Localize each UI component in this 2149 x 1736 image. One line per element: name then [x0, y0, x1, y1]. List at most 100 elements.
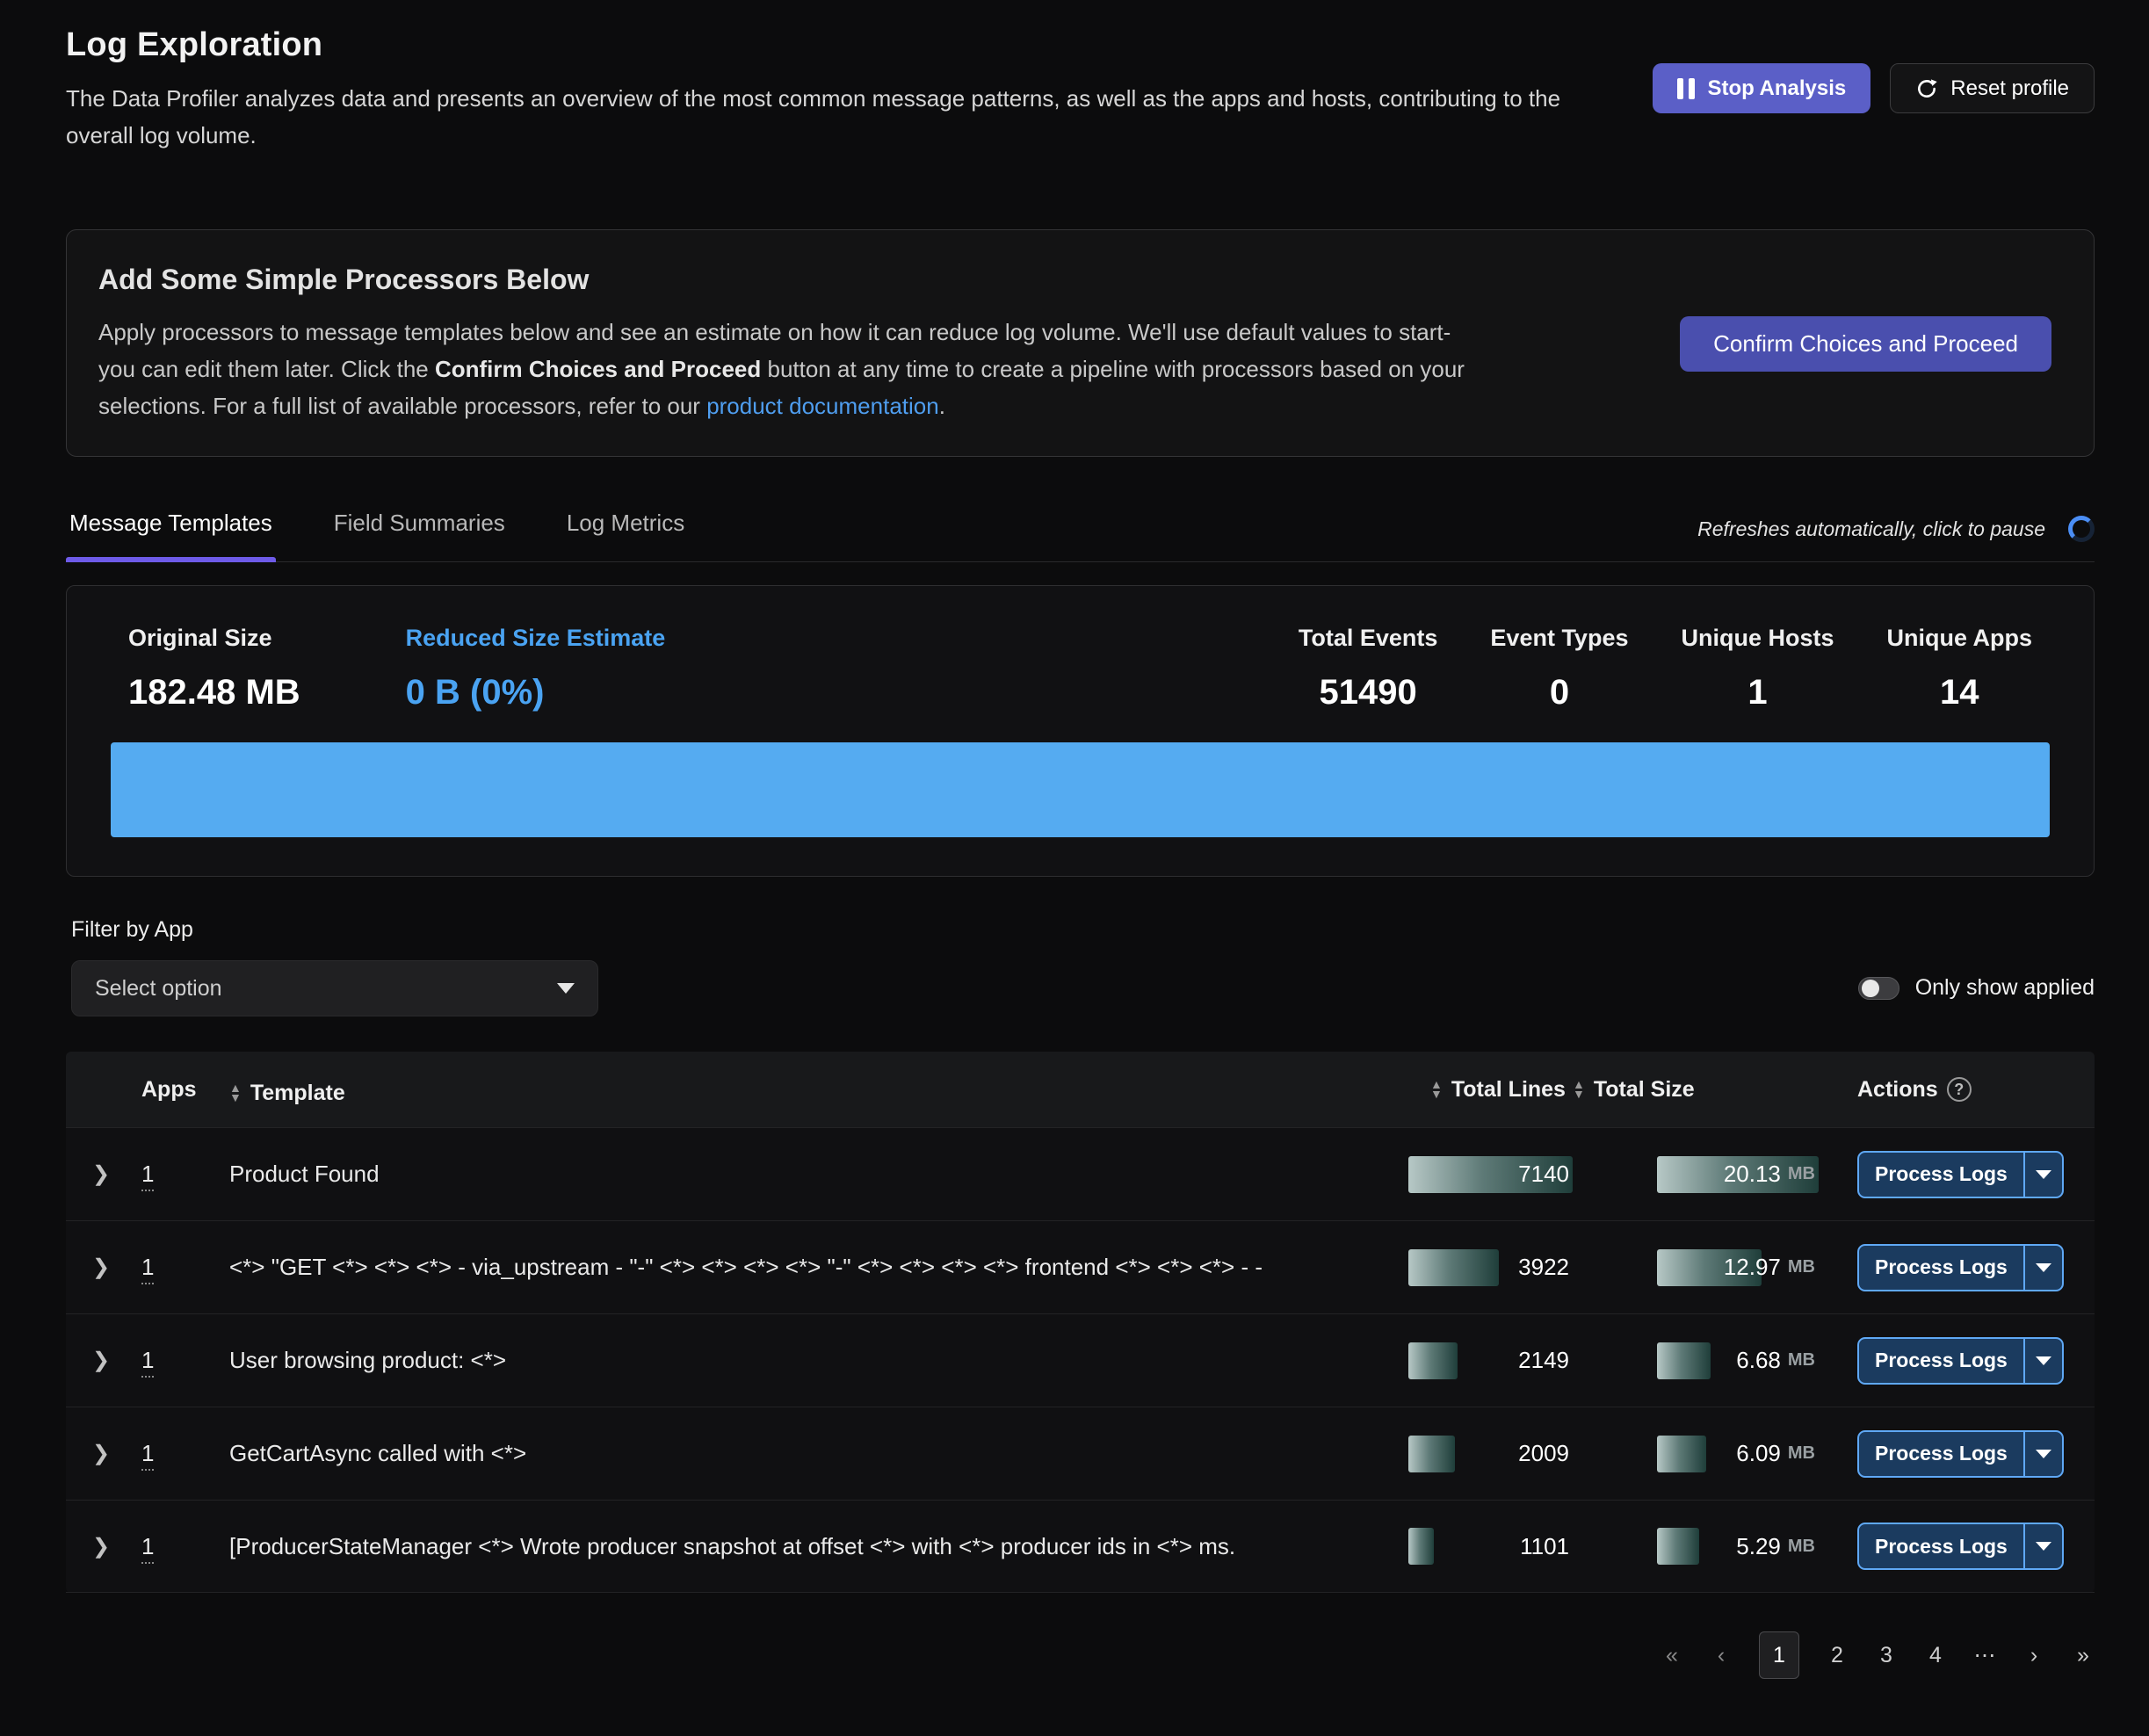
process-logs-button[interactable]: Process Logs — [1857, 1430, 2064, 1478]
sort-icon[interactable]: ▲▼ — [229, 1083, 242, 1103]
refresh-zone: Refreshes automatically, click to pause — [1697, 516, 2095, 561]
process-logs-button[interactable]: Process Logs — [1857, 1337, 2064, 1385]
chevron-right-icon[interactable]: ❯ — [92, 1349, 110, 1372]
apps-count-link[interactable]: 1 — [141, 1254, 154, 1284]
volume-bar-wrap — [111, 742, 2050, 837]
filter-by-app: Filter by App Select option — [71, 917, 598, 1016]
tab-log-metrics[interactable]: Log Metrics — [563, 510, 688, 561]
reset-profile-button[interactable]: Reset profile — [1890, 63, 2095, 113]
reset-profile-label: Reset profile — [1950, 76, 2069, 101]
pause-icon — [1677, 78, 1695, 99]
tab-field-summaries[interactable]: Field Summaries — [330, 510, 509, 561]
total-size-bar — [1657, 1342, 1711, 1379]
chevron-down-icon[interactable] — [2023, 1524, 2062, 1568]
process-logs-button[interactable]: Process Logs — [1857, 1244, 2064, 1291]
template-header-label: Template — [250, 1081, 345, 1106]
chevron-right-icon[interactable]: ❯ — [92, 1255, 110, 1279]
stat-value: 0 — [1490, 673, 1628, 712]
total-size-value: 6.68MB — [1736, 1342, 1815, 1380]
process-logs-button[interactable]: Process Logs — [1857, 1151, 2064, 1198]
page-button-1[interactable]: 1 — [1759, 1631, 1799, 1679]
templates-table: Apps ▲▼ Template ▲▼ Total Lines ▲▼ Total Si… — [66, 1052, 2095, 1593]
stat-label: Event Types — [1490, 625, 1628, 652]
stat-value: 14 — [1887, 673, 2033, 712]
stat-unique-apps: Unique Apps 14 — [1887, 625, 2033, 712]
column-header-template[interactable]: ▲▼ Template — [229, 1081, 345, 1106]
stat-value: 0 B (0%) — [406, 673, 666, 712]
page-description: The Data Profiler analyzes data and pres… — [66, 80, 1573, 154]
apps-count-link[interactable]: 1 — [141, 1347, 154, 1378]
stat-label: Unique Hosts — [1681, 625, 1834, 652]
total-size-value: 5.29MB — [1736, 1527, 1815, 1566]
chevron-right-icon[interactable]: ❯ — [92, 1442, 110, 1465]
refresh-spinner-icon[interactable] — [2068, 516, 2095, 542]
total-size-value: 12.97MB — [1724, 1248, 1815, 1287]
total-lines-header-label: Total Lines — [1451, 1077, 1566, 1103]
chevron-down-icon[interactable] — [2023, 1339, 2062, 1383]
title-block: Log Exploration The Data Profiler analyz… — [66, 26, 1573, 154]
chevron-down-icon[interactable] — [2023, 1432, 2062, 1476]
template-text: <*> "GET <*> <*> <*> - via_upstream - "-… — [229, 1254, 1335, 1281]
filter-row: Filter by App Select option Only show ap… — [66, 917, 2095, 1016]
total-size-value: 20.13MB — [1724, 1155, 1815, 1194]
table-row: ❯ 1 User browsing product: <*> 2149 6.68… — [66, 1313, 2095, 1407]
template-text: User browsing product: <*> — [229, 1347, 1335, 1374]
page-button-2[interactable]: 2 — [1826, 1643, 1849, 1668]
processors-card-body: Apply processors to message templates be… — [98, 314, 1482, 424]
template-text: [ProducerStateManager <*> Wrote producer… — [229, 1533, 1335, 1560]
only-show-applied-toggle[interactable] — [1858, 977, 1899, 1000]
sort-icon[interactable]: ▲▼ — [1573, 1080, 1585, 1099]
page-button-3[interactable]: 3 — [1875, 1643, 1898, 1668]
chevron-right-icon[interactable]: ❯ — [92, 1162, 110, 1186]
product-documentation-link[interactable]: product documentation — [706, 393, 939, 419]
stats-row: Original Size 182.48 MB Reduced Size Est… — [67, 586, 2094, 712]
total-lines-value: 2009 — [1518, 1435, 1569, 1473]
confirm-choices-button[interactable]: Confirm Choices and Proceed — [1680, 316, 2051, 372]
apps-count-link[interactable]: 1 — [141, 1440, 154, 1471]
help-icon[interactable]: ? — [1947, 1077, 1972, 1102]
stats-panel: Original Size 182.48 MB Reduced Size Est… — [66, 585, 2095, 877]
last-page-icon[interactable]: » — [2072, 1643, 2095, 1668]
table-row: ❯ 1 GetCartAsync called with <*> 2009 6.… — [66, 1407, 2095, 1500]
page-button-4[interactable]: 4 — [1924, 1643, 1947, 1668]
total-lines-bar — [1408, 1342, 1458, 1379]
filter-label: Filter by App — [71, 917, 598, 943]
stop-analysis-button[interactable]: Stop Analysis — [1653, 63, 1870, 113]
chevron-down-icon — [557, 983, 575, 994]
chevron-right-icon[interactable]: ❯ — [92, 1535, 110, 1559]
total-lines-value: 1101 — [1520, 1527, 1569, 1566]
apps-count-link[interactable]: 1 — [141, 1533, 154, 1564]
tab-message-templates[interactable]: Message Templates — [66, 510, 276, 561]
refresh-icon — [1915, 77, 1938, 100]
column-header-total-size[interactable]: ▲▼ Total Size — [1573, 1077, 1695, 1103]
size-unit: MB — [1788, 1537, 1815, 1557]
chevron-down-icon[interactable] — [2023, 1153, 2062, 1197]
refresh-note[interactable]: Refreshes automatically, click to pause — [1697, 517, 2045, 541]
sort-icon[interactable]: ▲▼ — [1430, 1080, 1443, 1099]
template-text: GetCartAsync called with <*> — [229, 1440, 1335, 1467]
apps-header-label: Apps — [141, 1077, 197, 1103]
actions-header-label: Actions — [1857, 1077, 1938, 1103]
chevron-down-icon[interactable] — [2023, 1246, 2062, 1290]
prev-page-icon[interactable]: ‹ — [1710, 1643, 1733, 1668]
body-bold: Confirm Choices and Proceed — [435, 356, 761, 382]
log-exploration-page: Log Exploration The Data Profiler analyz… — [0, 0, 2149, 1679]
column-header-total-lines[interactable]: ▲▼ Total Lines — [1430, 1077, 1566, 1103]
app-filter-select[interactable]: Select option — [71, 960, 598, 1016]
stat-label: Original Size — [128, 625, 300, 652]
process-logs-button[interactable]: Process Logs — [1857, 1523, 2064, 1570]
total-size-header-label: Total Size — [1594, 1077, 1695, 1103]
processors-card-title: Add Some Simple Processors Below — [98, 264, 1482, 296]
apps-count-link[interactable]: 1 — [141, 1161, 154, 1191]
template-text: Product Found — [229, 1161, 1335, 1188]
log-volume-bar[interactable] — [111, 742, 2050, 837]
stat-total-events: Total Events 51490 — [1299, 625, 1438, 712]
total-size-bar — [1657, 1528, 1699, 1565]
table-row: ❯ 1 <*> "GET <*> <*> <*> - via_upstream … — [66, 1220, 2095, 1313]
total-lines-value: 7140 — [1518, 1155, 1569, 1194]
stat-value: 51490 — [1299, 673, 1438, 712]
pagination-ellipsis: ⋯ — [1973, 1642, 1996, 1668]
column-header-apps[interactable]: Apps — [141, 1077, 197, 1103]
first-page-icon[interactable]: « — [1661, 1643, 1683, 1668]
next-page-icon[interactable]: › — [2022, 1643, 2045, 1668]
